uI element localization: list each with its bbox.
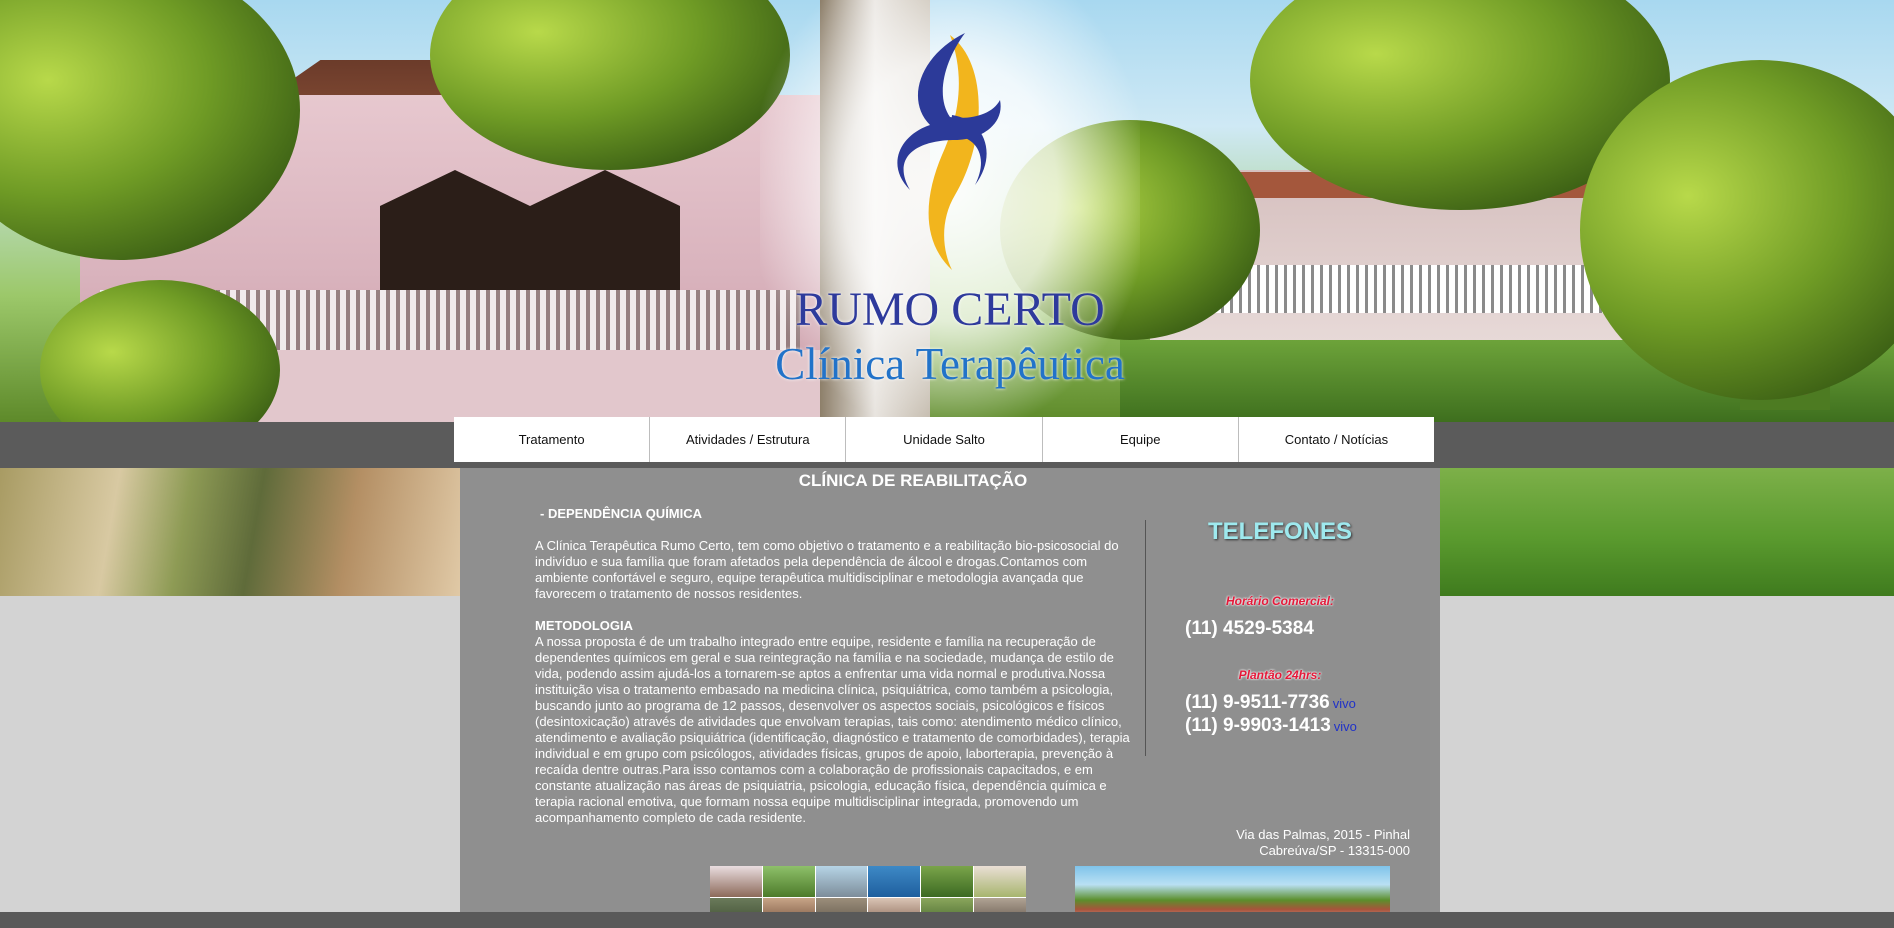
nav-unidade-salto[interactable]: Unidade Salto bbox=[846, 417, 1043, 462]
section-subtitle: - DEPENDÊNCIA QUÍMICA bbox=[540, 506, 703, 521]
methodology-heading: METODOLOGIA bbox=[535, 618, 633, 633]
carrier-vivo-link[interactable]: vivo bbox=[1334, 719, 1357, 734]
phones-title: TELEFONES bbox=[1207, 518, 1352, 545]
logo-subtitle: Clínica Terapêutica bbox=[775, 339, 1125, 389]
gallery-thumbnail[interactable] bbox=[921, 866, 974, 897]
methodology-paragraph: A nossa proposta é de um trabalho integr… bbox=[535, 634, 1130, 825]
clinic-logo[interactable]: RUMO CERTO Clínica Terapêutica bbox=[740, 20, 1160, 389]
nav-tratamento[interactable]: Tratamento bbox=[454, 417, 651, 462]
logo-title: RUMO CERTO bbox=[795, 283, 1105, 336]
footer-bar bbox=[0, 912, 1894, 928]
gallery-thumbnail[interactable] bbox=[762, 866, 815, 897]
content-panel: CLÍNICA DE REABILITAÇÃO - DEPENDÊNCIA QU… bbox=[460, 468, 1440, 928]
column-divider bbox=[1145, 520, 1146, 756]
duty-24h-label: Plantão 24hrs: bbox=[1238, 668, 1322, 682]
page: RUMO CERTO Clínica Terapêutica Tratament… bbox=[0, 0, 1894, 928]
side-photo-right bbox=[1440, 468, 1894, 596]
intro-paragraph: A Clínica Terapêutica Rumo Certo, tem co… bbox=[535, 538, 1119, 601]
main-content: - DEPENDÊNCIA QUÍMICA A Clínica Terapêut… bbox=[535, 506, 1140, 826]
gallery-thumbnail[interactable] bbox=[868, 866, 921, 897]
business-hours-label: Horário Comercial: bbox=[1225, 594, 1335, 608]
mobile-phone-2[interactable]: (11) 9-9903-1413 vivo bbox=[1185, 715, 1357, 737]
address: Via das Palmas, 2015 - Pinhal Cabreúva/S… bbox=[1178, 827, 1410, 859]
address-line1: Via das Palmas, 2015 - Pinhal bbox=[1236, 827, 1410, 842]
side-photo-left bbox=[0, 468, 460, 596]
logo-emblem-icon bbox=[897, 33, 1001, 270]
mobile-phone-1[interactable]: (11) 9-9511-7736 vivo bbox=[1185, 692, 1356, 714]
hero-banner: RUMO CERTO Clínica Terapêutica bbox=[0, 0, 1894, 422]
nav-atividades-estrutura[interactable]: Atividades / Estrutura bbox=[650, 417, 847, 462]
mobile-number-1: (11) 9-9511-7736 bbox=[1185, 692, 1330, 713]
page-title: CLÍNICA DE REABILITAÇÃO bbox=[798, 471, 1028, 490]
gallery-thumbnail[interactable] bbox=[710, 866, 762, 897]
nav-contato-noticias[interactable]: Contato / Notícias bbox=[1238, 417, 1435, 462]
business-phone[interactable]: (11) 4529-5384 bbox=[1185, 618, 1314, 640]
address-line2: Cabreúva/SP - 13315-000 bbox=[1259, 843, 1410, 858]
carrier-vivo-link[interactable]: vivo bbox=[1333, 696, 1356, 711]
main-nav: Tratamento Atividades / Estrutura Unidad… bbox=[454, 417, 1435, 462]
mobile-number-2: (11) 9-9903-1413 bbox=[1185, 715, 1331, 736]
gallery-thumbnail[interactable] bbox=[974, 866, 1026, 897]
gallery-thumbnail[interactable] bbox=[815, 866, 868, 897]
nav-equipe[interactable]: Equipe bbox=[1042, 417, 1239, 462]
